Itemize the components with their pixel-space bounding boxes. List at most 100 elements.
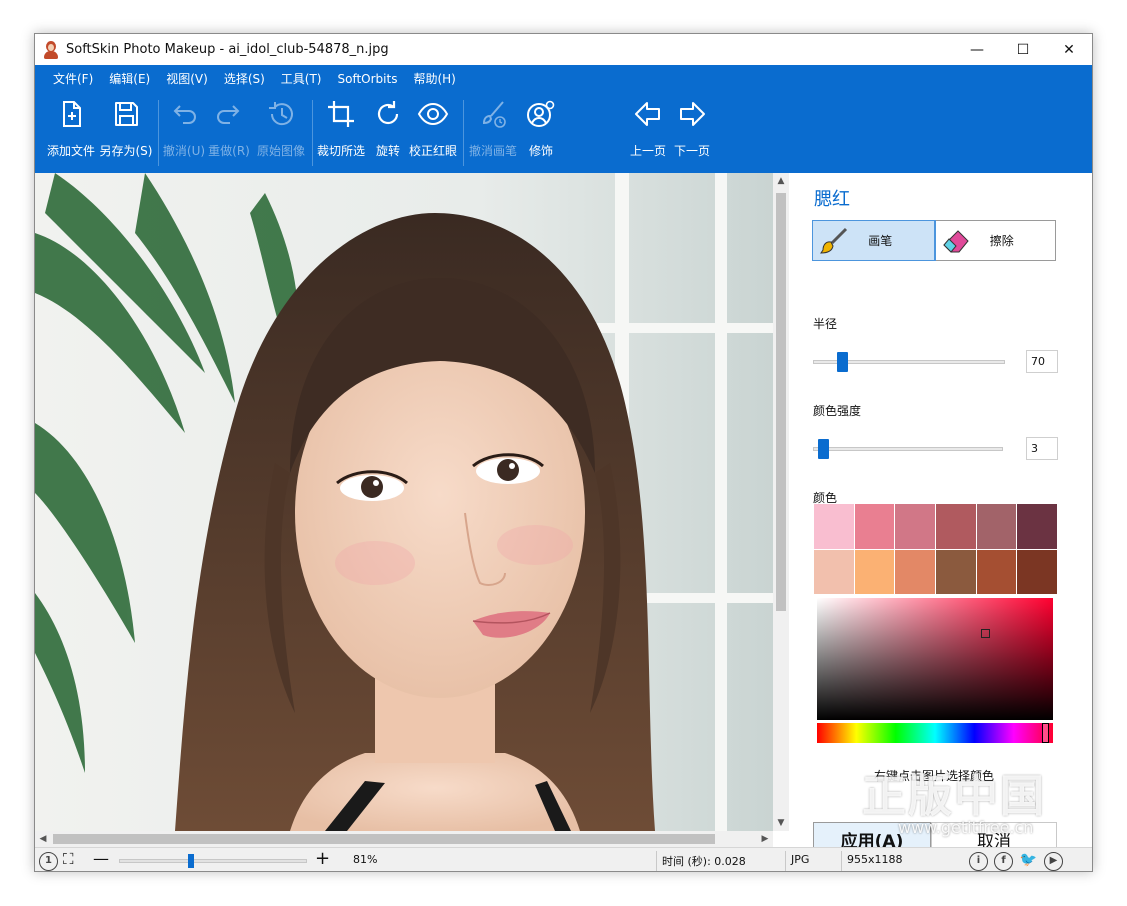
crop-label: 裁切所选 (316, 144, 365, 158)
brush-tool-button[interactable]: 画笔 (812, 220, 936, 261)
red-eye-label: 校正红眼 (408, 144, 457, 158)
color-swatches (814, 504, 1057, 594)
portrait-photo (35, 173, 773, 831)
app-logo-icon (44, 40, 58, 59)
vertical-scrollbar[interactable]: ▲ ▼ (773, 173, 789, 831)
scroll-left-icon[interactable]: ◀ (35, 831, 51, 847)
undo-button[interactable]: 撤消(U) (163, 92, 205, 173)
color-field[interactable] (817, 598, 1053, 720)
twitter-icon[interactable]: 🐦 (1019, 852, 1038, 871)
intensity-label: 颜色强度 (813, 404, 862, 418)
save-as-button[interactable]: 另存为(S) (99, 92, 153, 173)
watermark-logo: 正版中国 (862, 771, 1046, 822)
save-icon (110, 98, 142, 130)
crop-icon (325, 98, 357, 130)
color-picker-handle[interactable] (981, 629, 990, 638)
undo-brush-button[interactable]: 撤消画笔 (467, 92, 519, 173)
toolbar: 添加文件 另存为(S) 撤消(U) 重做(R) 原始图像 裁切所选 旋转 校正红… (35, 92, 1092, 173)
panel-title: 腮红 (814, 189, 850, 210)
intensity-slider[interactable] (813, 439, 1003, 459)
color-swatch[interactable] (895, 549, 935, 594)
radius-slider-knob[interactable] (837, 352, 848, 372)
zoom-actual-icon[interactable]: 1 (39, 852, 58, 871)
red-eye-button[interactable]: 校正红眼 (407, 92, 459, 173)
color-swatch[interactable] (1017, 549, 1057, 594)
brush-icon (820, 227, 848, 254)
menu-edit[interactable]: 编辑(E) (109, 70, 150, 87)
erase-label: 擦除 (989, 234, 1014, 248)
radius-slider[interactable] (813, 352, 1005, 372)
scroll-down-icon[interactable]: ▼ (773, 815, 789, 831)
redo-button[interactable]: 重做(R) (207, 92, 251, 173)
horizontal-scrollbar[interactable]: ◀ ▶ (35, 831, 773, 847)
rotate-label: 旋转 (375, 144, 400, 158)
title-bar: SoftSkin Photo Makeup - ai_idol_club-548… (35, 34, 1092, 65)
prev-page-button[interactable]: 上一页 (627, 92, 669, 173)
status-bar: 1 ⛶ — + 81% 时间 (秒): 0.028 JPG 955x1188 i… (35, 847, 1092, 871)
erase-tool-button[interactable]: 擦除 (935, 221, 1056, 260)
menu-bar: 文件(F) 编辑(E) 视图(V) 选择(S) 工具(T) SoftOrbits… (35, 65, 1092, 92)
menu-help[interactable]: 帮助(H) (413, 70, 455, 87)
toolbar-divider (463, 100, 464, 166)
intensity-input[interactable]: 3 (1026, 437, 1058, 460)
minimize-button[interactable]: — (954, 34, 1000, 65)
brush-label: 画笔 (868, 234, 893, 248)
color-swatch[interactable] (814, 504, 854, 549)
zoom-out-icon[interactable]: — (93, 849, 109, 868)
color-swatch[interactable] (976, 549, 1017, 594)
maximize-button[interactable]: ☐ (1000, 34, 1046, 65)
intensity-slider-knob[interactable] (818, 439, 829, 459)
color-swatch[interactable] (1017, 504, 1057, 549)
photo-canvas[interactable] (35, 173, 773, 831)
fit-screen-icon[interactable]: ⛶ (63, 850, 74, 868)
zoom-slider[interactable] (119, 854, 307, 868)
toolbar-divider (312, 100, 313, 166)
app-window: SoftSkin Photo Makeup - ai_idol_club-548… (34, 33, 1093, 872)
vertical-scroll-thumb[interactable] (776, 193, 786, 611)
radius-input[interactable]: 70 (1026, 350, 1058, 373)
scroll-up-icon[interactable]: ▲ (773, 173, 789, 189)
menu-tools[interactable]: 工具(T) (281, 70, 322, 87)
info-icon[interactable]: i (969, 852, 988, 871)
menu-select[interactable]: 选择(S) (224, 70, 265, 87)
arrow-left-icon (632, 98, 664, 130)
retouch-button[interactable]: 修饰 (521, 92, 561, 173)
color-swatch[interactable] (936, 549, 976, 594)
color-swatch[interactable] (814, 549, 854, 594)
crop-button[interactable]: 裁切所选 (315, 92, 367, 173)
hue-slider[interactable] (817, 723, 1053, 743)
add-file-button[interactable]: 添加文件 (45, 92, 97, 173)
color-swatch[interactable] (976, 504, 1017, 549)
undo-brush-label: 撤消画笔 (468, 144, 517, 158)
color-swatch[interactable] (854, 549, 895, 594)
original-image-label: 原始图像 (256, 144, 305, 158)
undo-label: 撤消(U) (162, 144, 206, 158)
color-swatch[interactable] (895, 504, 935, 549)
original-image-button[interactable]: 原始图像 (255, 92, 307, 173)
color-swatch[interactable] (854, 504, 895, 549)
horizontal-scroll-thumb[interactable] (53, 834, 715, 844)
add-file-icon (55, 98, 87, 130)
eraser-icon (942, 229, 969, 253)
time-value: 时间 (秒): 0.028 (662, 855, 746, 868)
rotate-button[interactable]: 旋转 (371, 92, 405, 173)
toolbar-divider (158, 100, 159, 166)
close-button[interactable]: ✕ (1046, 34, 1092, 65)
next-page-button[interactable]: 下一页 (671, 92, 713, 173)
next-page-label: 下一页 (673, 144, 710, 158)
dimensions-value: 955x1188 (847, 853, 903, 866)
youtube-icon[interactable]: ▶ (1044, 852, 1063, 871)
menu-view[interactable]: 视图(V) (166, 70, 208, 87)
arrow-right-icon (676, 98, 708, 130)
zoom-in-icon[interactable]: + (315, 848, 330, 869)
hue-slider-marker[interactable] (1042, 723, 1049, 743)
scroll-right-icon[interactable]: ▶ (757, 831, 773, 847)
retouch-face-icon (525, 98, 557, 130)
menu-softorbits[interactable]: SoftOrbits (338, 72, 398, 86)
menu-file[interactable]: 文件(F) (53, 70, 93, 87)
brush-history-icon (477, 98, 509, 130)
facebook-icon[interactable]: f (994, 852, 1013, 871)
zoom-slider-knob[interactable] (188, 854, 194, 868)
watermark-url: www.getitfree.cn (898, 818, 1034, 837)
color-swatch[interactable] (936, 504, 976, 549)
